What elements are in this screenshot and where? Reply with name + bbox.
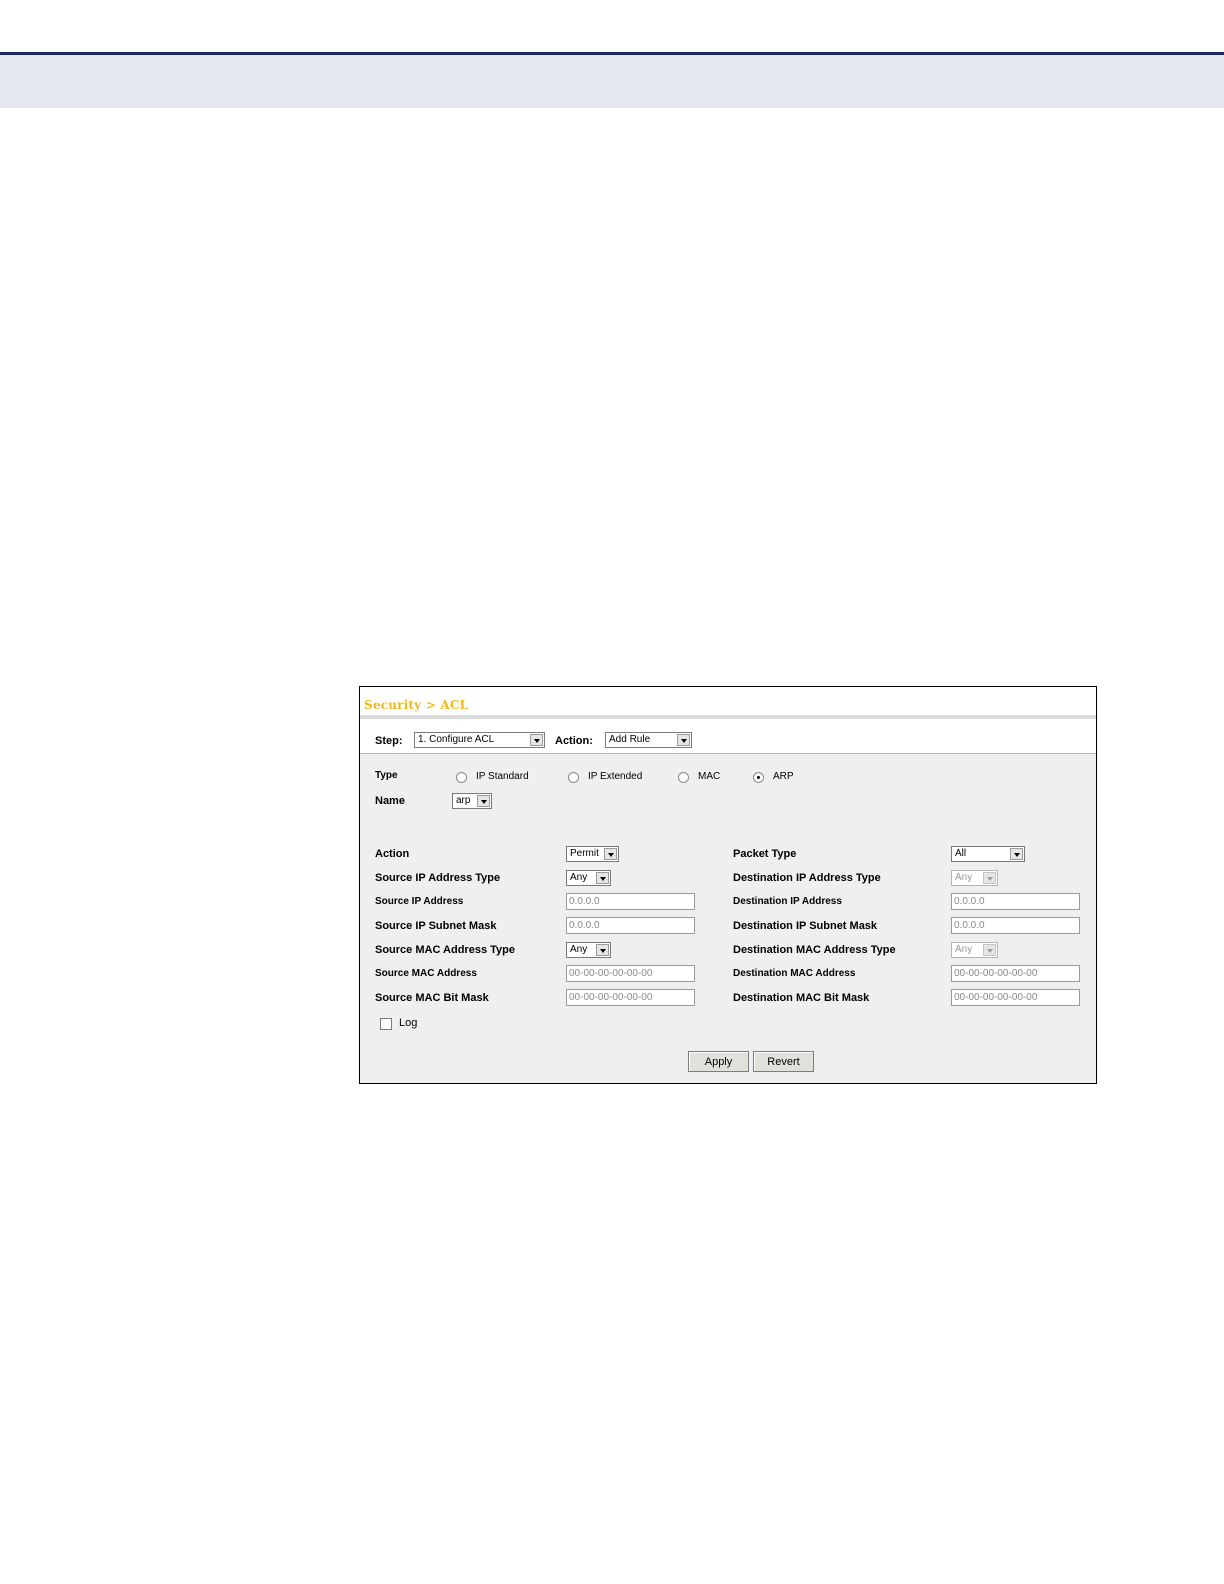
field-label: Destination MAC Bit Mask: [733, 992, 870, 1004]
step-select-value: 1. Configure ACL: [418, 734, 495, 745]
destination-mac-address-type-select[interactable]: Any: [951, 942, 998, 958]
source-mac-address-type-select[interactable]: Any: [566, 942, 611, 958]
field-label: Source IP Address Type: [375, 872, 501, 884]
chevron-down-icon: [677, 734, 690, 746]
field-label: Destination IP Subnet Mask: [733, 920, 878, 932]
action-select[interactable]: Add Rule: [605, 732, 692, 748]
chevron-down-icon: [604, 848, 617, 860]
rule-action-select[interactable]: Permit: [566, 846, 619, 862]
field-value: 0.0.0.0: [569, 896, 600, 907]
header-band: [0, 55, 1224, 108]
chevron-down-icon: [477, 795, 490, 807]
type-option-label: ARP: [773, 771, 794, 782]
type-radio-ip-extended[interactable]: [568, 772, 579, 783]
source-mac-bit-mask-input[interactable]: 00-00-00-00-00-00: [566, 989, 695, 1006]
field-value: Any: [570, 872, 588, 883]
type-radio-ip-standard[interactable]: [456, 772, 467, 783]
breadcrumb: Security > ACL: [364, 698, 469, 712]
field-value: All: [955, 848, 967, 859]
chevron-down-icon: [1010, 848, 1023, 860]
field-value: 00-00-00-00-00-00: [569, 992, 653, 1003]
type-option-label: IP Standard: [476, 771, 529, 782]
type-radio-mac[interactable]: [678, 772, 689, 783]
source-mac-address-input[interactable]: 00-00-00-00-00-00: [566, 965, 695, 982]
field-label: Destination MAC Address Type: [733, 944, 896, 956]
destination-mac-bit-mask-input[interactable]: 00-00-00-00-00-00: [951, 989, 1080, 1006]
step-label: Step:: [375, 735, 403, 747]
step-bar: Step: 1. Configure ACL Action: Add Rule: [360, 719, 1096, 754]
destination-ip-address-input[interactable]: 0.0.0.0: [951, 893, 1080, 910]
action-select-value: Add Rule: [609, 734, 651, 745]
name-select[interactable]: arp: [452, 793, 492, 809]
source-ip-address-type-select[interactable]: Any: [566, 870, 611, 886]
field-value: 00-00-00-00-00-00: [569, 968, 653, 979]
packet-type-select[interactable]: All: [951, 846, 1025, 862]
log-checkbox[interactable]: [380, 1018, 392, 1030]
field-label: Source MAC Bit Mask: [375, 992, 489, 1004]
field-value: 0.0.0.0: [954, 920, 985, 931]
field-value: Any: [955, 872, 973, 883]
type-label: Type: [375, 770, 398, 781]
field-value: 00-00-00-00-00-00: [954, 968, 1038, 979]
field-label: Destination IP Address: [733, 896, 842, 907]
log-label: Log: [399, 1017, 418, 1029]
type-option-label: MAC: [698, 771, 721, 782]
field-value: 0.0.0.0: [954, 896, 985, 907]
field-value: 0.0.0.0: [569, 920, 600, 931]
source-ip-subnet-mask-input[interactable]: 0.0.0.0: [566, 917, 695, 934]
chevron-down-icon: [983, 872, 996, 884]
destination-ip-subnet-mask-input[interactable]: 0.0.0.0: [951, 917, 1080, 934]
type-option-label: IP Extended: [588, 771, 643, 782]
chevron-down-icon: [530, 734, 543, 746]
field-label: Destination IP Address Type: [733, 872, 881, 884]
field-label: Destination MAC Address: [733, 968, 856, 979]
field-label: Action: [375, 848, 410, 860]
field-value: Any: [955, 944, 973, 955]
destination-mac-address-input[interactable]: 00-00-00-00-00-00: [951, 965, 1080, 982]
field-label: Packet Type: [733, 848, 797, 860]
field-label: Source IP Subnet Mask: [375, 920, 497, 932]
field-label: Source IP Address: [375, 896, 464, 907]
destination-ip-address-type-select[interactable]: Any: [951, 870, 998, 886]
chevron-down-icon: [983, 944, 996, 956]
type-radio-arp[interactable]: [753, 772, 764, 783]
chevron-down-icon: [596, 872, 609, 884]
field-label: Source MAC Address: [375, 968, 477, 979]
field-value: Any: [570, 944, 588, 955]
step-select[interactable]: 1. Configure ACL: [414, 732, 545, 748]
action-label: Action:: [555, 735, 593, 747]
name-label: Name: [375, 795, 405, 807]
revert-button[interactable]: Revert: [753, 1051, 814, 1072]
field-value: 00-00-00-00-00-00: [954, 992, 1038, 1003]
title-bar: Security > ACL: [360, 687, 1096, 719]
field-label: Source MAC Address Type: [375, 944, 515, 956]
source-ip-address-input[interactable]: 0.0.0.0: [566, 893, 695, 910]
acl-configuration-screenshot: Security > ACL Step: 1. Configure ACL Ac…: [359, 686, 1097, 1084]
name-select-value: arp: [456, 795, 471, 806]
apply-button[interactable]: Apply: [688, 1051, 749, 1072]
field-value: Permit: [570, 848, 599, 859]
chevron-down-icon: [596, 944, 609, 956]
